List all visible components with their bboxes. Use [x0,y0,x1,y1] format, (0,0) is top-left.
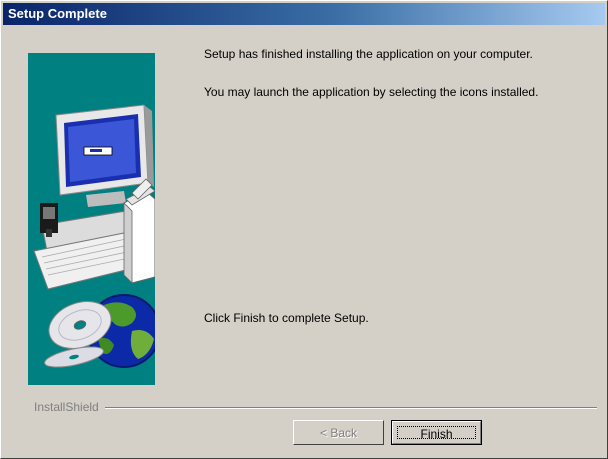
title-bar: Setup Complete [3,3,605,25]
install-finished-text: Setup has finished installing the applic… [204,47,533,61]
finish-button-label: Finish [397,426,476,441]
speaker-icon [40,203,58,237]
brand-separator: InstallShield [34,400,597,414]
software-box-icon [123,178,155,284]
finish-button[interactable]: Finish [391,420,482,445]
launch-instructions-text: You may launch the application by select… [204,85,539,99]
window-title: Setup Complete [8,6,107,21]
setup-illustration [28,53,155,385]
installshield-label: InstallShield [34,400,105,414]
finish-instruction-text: Click Finish to complete Setup. [204,311,369,325]
setup-dialog: Setup Complete Setup has finished instal… [0,0,608,459]
back-button[interactable]: < Back [293,420,384,445]
separator-line [34,407,597,409]
